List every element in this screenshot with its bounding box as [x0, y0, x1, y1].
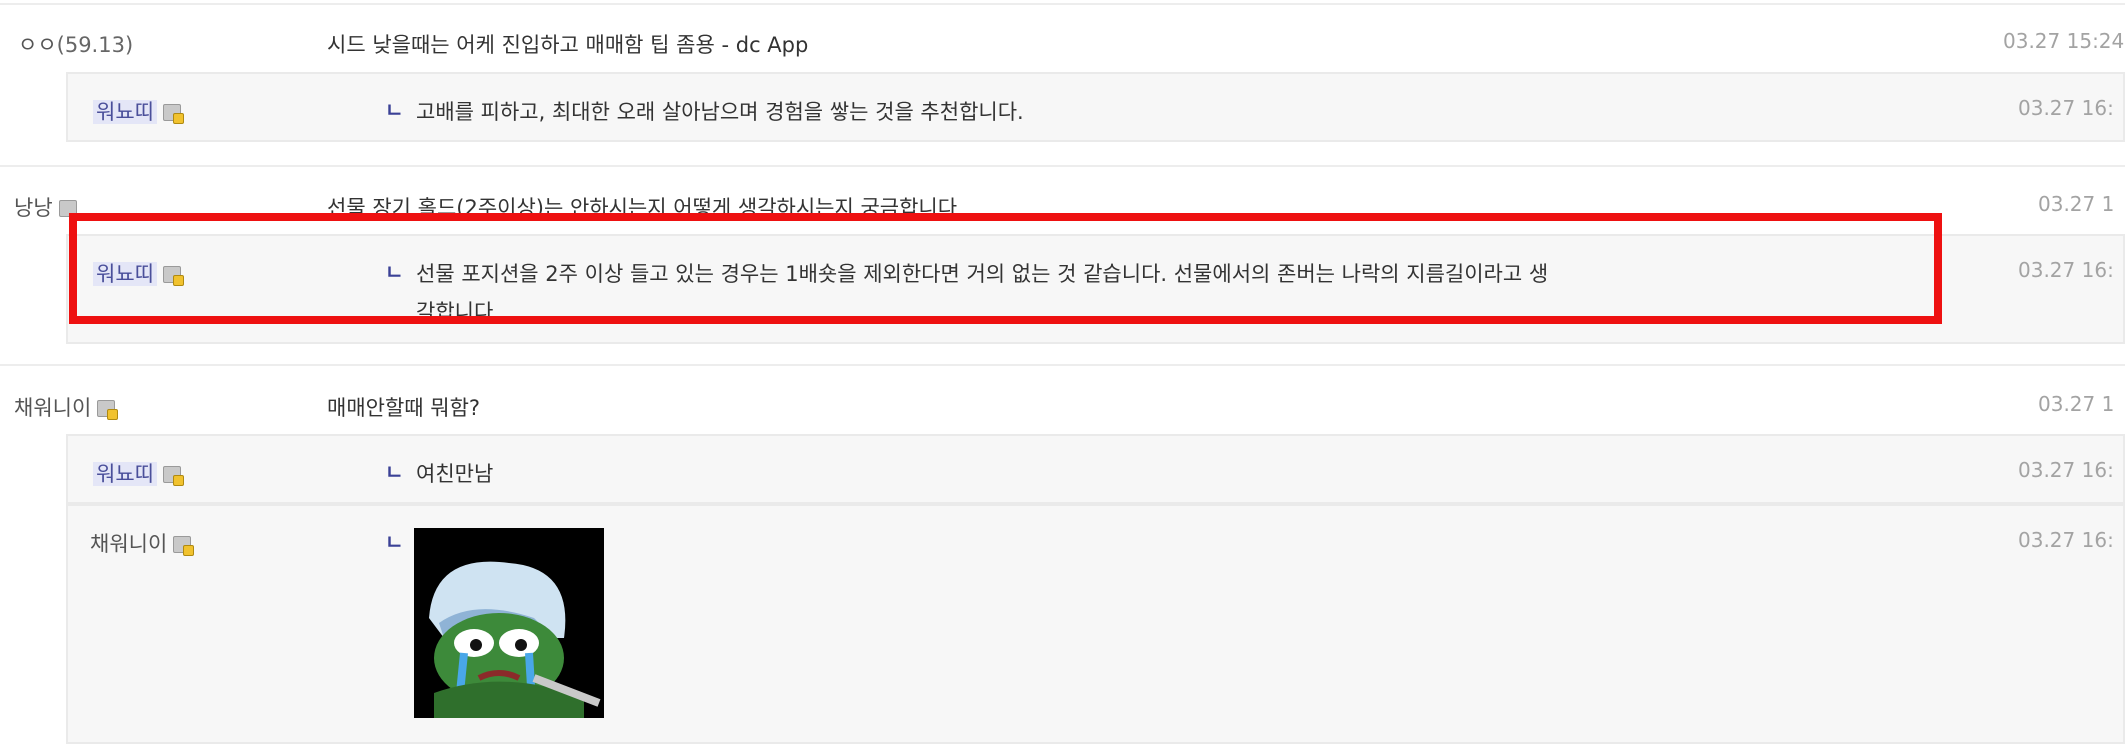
reply-arrow-icon: ㄴ	[385, 98, 404, 122]
reply-row	[66, 234, 2125, 344]
reply-date: 03.27 16:	[2018, 528, 2114, 552]
comment-date: 03.27 1	[2038, 192, 2115, 216]
comment-text: 선물 장기 홀드(2주이상)는 안하시는지 어떻게 생각하시는지 궁금합니다	[327, 196, 958, 220]
reply-text: 고배를 피하고, 최대한 오래 살아남으며 경험을 쌓는 것을 추천합니다.	[416, 100, 1024, 124]
reply-date: 03.27 16:	[2018, 96, 2114, 120]
gallog-icon[interactable]	[162, 466, 184, 486]
gallog-icon[interactable]	[173, 536, 195, 556]
comment-nickname[interactable]: 채워니이	[14, 392, 119, 422]
gallog-icon[interactable]	[162, 266, 184, 286]
gallog-icon[interactable]	[97, 400, 119, 420]
divider	[0, 364, 2125, 366]
divider	[0, 165, 2125, 167]
reply-text-line: 각합니다.	[416, 300, 500, 324]
reply-arrow-icon: ㄴ	[385, 260, 404, 284]
reply-text: 여친만남	[416, 462, 494, 486]
comment-ip: (59.13)	[56, 33, 134, 57]
comment-nickname[interactable]: 낭낭	[14, 192, 77, 222]
comment-date: 03.27 15:24	[2003, 29, 2125, 53]
comment-date: 03.27 1	[2038, 392, 2115, 416]
crying-pepe-frog-sticker[interactable]	[414, 528, 604, 718]
gallog-icon[interactable]	[58, 200, 77, 217]
reply-nickname[interactable]: 워뇨띠	[93, 458, 184, 488]
reply-arrow-icon: ㄴ	[385, 530, 404, 554]
comment-nickname[interactable]: ㅇㅇ(59.13)	[18, 29, 133, 59]
reply-arrow-icon: ㄴ	[385, 460, 404, 484]
reply-date: 03.27 16:	[2018, 458, 2114, 482]
reply-nickname[interactable]: 워뇨띠	[93, 258, 184, 288]
reply-row	[66, 72, 2125, 142]
reply-nickname[interactable]: 워뇨띠	[93, 96, 184, 126]
comment-text: 시드 낮을때는 어케 진입하고 매매함 팁 좀용 - dc App	[327, 33, 809, 57]
reply-row	[66, 504, 2125, 744]
divider	[0, 3, 2125, 5]
comment-text: 매매안할때 뭐함?	[327, 396, 481, 420]
reply-row	[66, 434, 2125, 504]
reply-date: 03.27 16:	[2018, 258, 2114, 282]
reply-text-line: 선물 포지션을 2주 이상 들고 있는 경우는 1배숏을 제외한다면 거의 없는…	[416, 262, 1549, 286]
gallog-icon[interactable]	[162, 104, 184, 124]
reply-nickname[interactable]: 채워니이	[90, 528, 195, 558]
